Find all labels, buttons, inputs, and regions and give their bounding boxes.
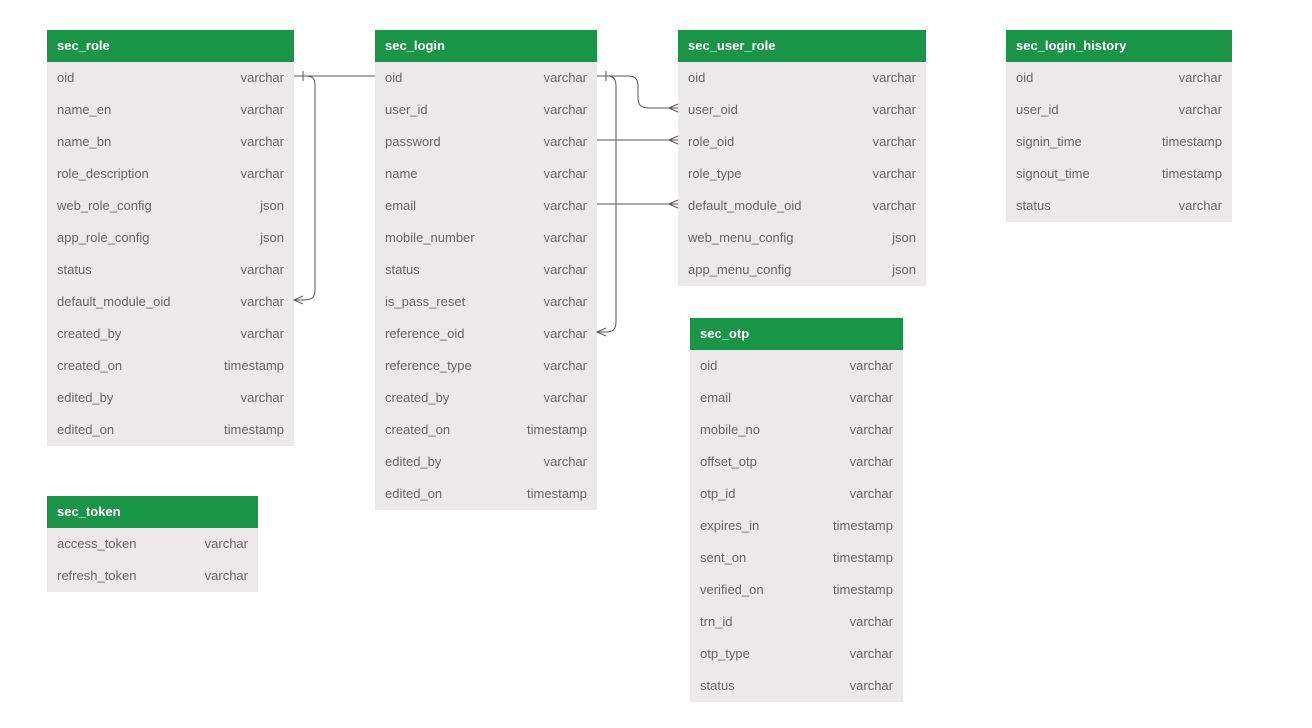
relation-login-oid-user-oid xyxy=(597,75,678,109)
relation-role-oid-default-module xyxy=(294,75,316,301)
relationship-lines xyxy=(292,71,679,337)
